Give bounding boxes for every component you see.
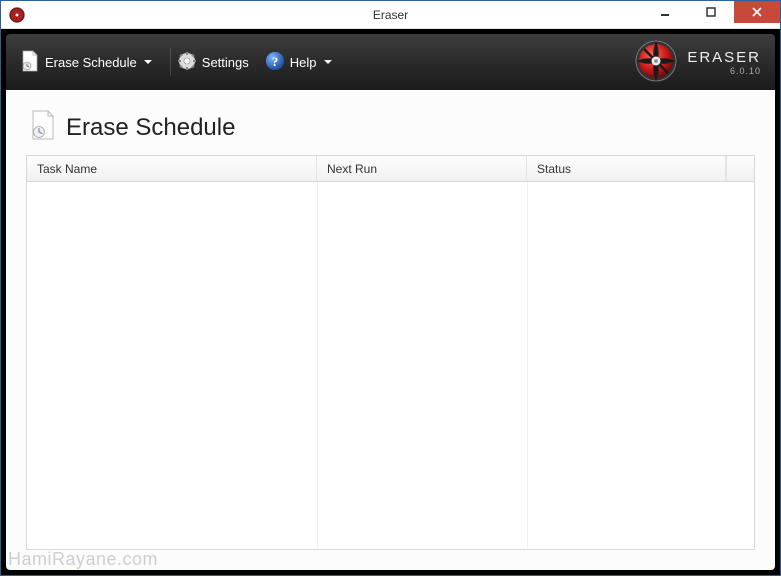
gear-icon [177, 51, 197, 74]
app-chrome: Erase Schedule [1, 29, 780, 575]
column-header-next-run[interactable]: Next Run [317, 156, 527, 181]
erase-schedule-menu[interactable]: Erase Schedule [20, 50, 152, 75]
title-bar: Eraser [1, 1, 780, 29]
help-label: Help [290, 55, 317, 70]
column-header-task-name[interactable]: Task Name [27, 156, 317, 181]
chevron-down-icon [144, 60, 152, 64]
toolbar-separator [170, 48, 171, 76]
brand-name: ERASER [687, 49, 761, 66]
settings-label: Settings [202, 55, 249, 70]
eraser-logo-icon [635, 40, 677, 85]
schedule-page-icon [30, 110, 56, 145]
table-header-row: Task Name Next Run Status [27, 156, 754, 182]
column-header-status[interactable]: Status [527, 156, 726, 181]
document-icon [20, 50, 40, 75]
main-toolbar: Erase Schedule [6, 34, 775, 90]
page-title: Erase Schedule [66, 114, 235, 142]
help-menu[interactable]: ? Help [265, 51, 332, 74]
settings-button[interactable]: Settings [177, 51, 249, 74]
erase-schedule-label: Erase Schedule [45, 55, 137, 70]
content-area: Erase Schedule Task Name Next Run Status [6, 90, 775, 570]
chevron-down-icon [324, 60, 332, 64]
window-controls [642, 1, 780, 23]
maximize-button[interactable] [688, 1, 734, 23]
column-header-spacer [726, 156, 754, 181]
page-header: Erase Schedule [30, 110, 755, 145]
close-button[interactable] [734, 1, 780, 23]
svg-text:?: ? [272, 54, 279, 69]
table-body[interactable] [27, 182, 754, 549]
app-window: Eraser [0, 0, 781, 576]
help-icon: ? [265, 51, 285, 74]
minimize-button[interactable] [642, 1, 688, 23]
app-icon [9, 7, 25, 23]
schedule-table[interactable]: Task Name Next Run Status [26, 155, 755, 550]
brand-block: ERASER 6.0.10 [635, 40, 761, 85]
brand-version: 6.0.10 [687, 66, 761, 76]
